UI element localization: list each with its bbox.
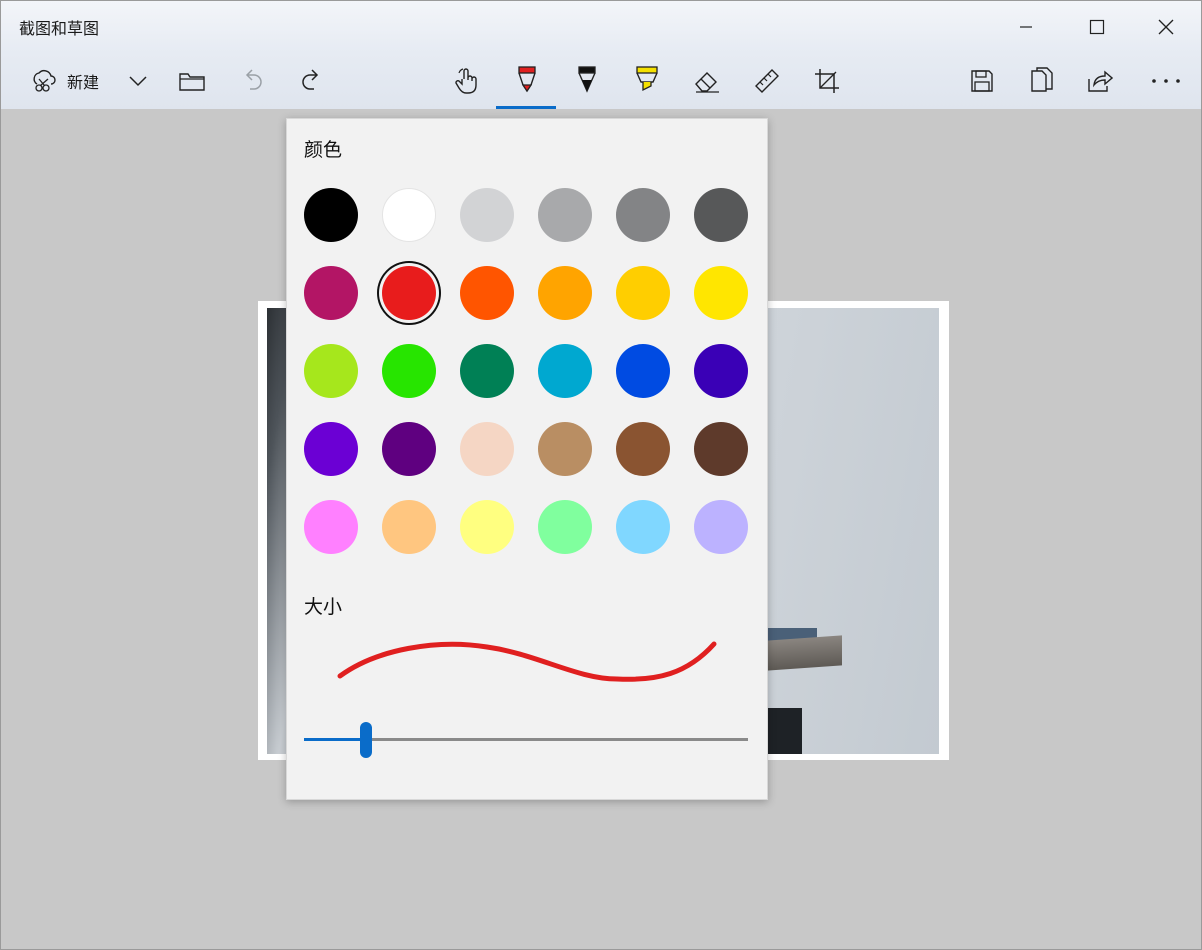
crop-icon [815,69,839,93]
copy-icon [1031,67,1053,92]
ruler-icon [755,69,779,93]
color-swatch[interactable] [460,500,514,554]
close-button[interactable] [1131,1,1201,53]
highlighter-button[interactable] [626,53,668,109]
minimize-button[interactable] [991,1,1061,53]
color-swatch[interactable] [538,422,592,476]
color-swatch[interactable] [460,188,514,242]
pencil-button[interactable] [566,53,608,109]
more-icon [1152,79,1180,83]
color-label: 颜色 [304,139,343,161]
color-swatch[interactable] [382,188,436,242]
new-label: 新建 [66,73,99,92]
color-swatch[interactable] [538,344,592,398]
color-swatch[interactable] [694,344,748,398]
ruler-button[interactable] [746,53,788,109]
new-options-dropdown[interactable] [119,53,157,109]
copy-button[interactable] [1021,53,1063,109]
stroke-preview [337,641,717,682]
color-swatch[interactable] [538,500,592,554]
color-swatch[interactable] [538,266,592,320]
color-swatch[interactable] [694,500,748,554]
open-file-button[interactable] [171,53,213,109]
maximize-icon [1089,19,1105,35]
highlighter-icon [636,66,658,92]
color-swatch[interactable] [616,266,670,320]
title-bar: 截图和草图 [1,1,1201,53]
touch-writing-icon [455,68,477,94]
eraser-button[interactable] [686,53,728,109]
color-swatch[interactable] [616,422,670,476]
color-swatch[interactable] [304,344,358,398]
color-swatch[interactable] [304,500,358,554]
window-title: 截图和草图 [19,19,100,38]
touch-writing-button[interactable] [446,53,488,109]
size-slider-track[interactable] [366,738,748,741]
color-swatch[interactable] [694,188,748,242]
close-icon [1158,19,1174,35]
share-icon [1088,70,1113,92]
color-swatch[interactable] [382,266,436,320]
save-icon [971,70,993,92]
color-swatch[interactable] [538,188,592,242]
color-swatch[interactable] [616,500,670,554]
ballpoint-pen-button[interactable] [506,53,548,109]
color-swatch[interactable] [460,266,514,320]
color-swatch[interactable] [382,344,436,398]
redo-button[interactable] [291,53,333,109]
color-swatch[interactable] [694,422,748,476]
size-slider-thumb[interactable] [360,722,373,758]
chevron-down-icon [129,76,147,87]
crop-button[interactable] [806,53,848,109]
color-swatch[interactable] [694,266,748,320]
toolbar: 新建 [1,53,1201,109]
photo-detail [767,708,802,754]
size-slider-fill [304,738,367,741]
folder-icon [179,73,205,91]
undo-icon [245,69,262,90]
color-swatch[interactable] [304,188,358,242]
color-swatch[interactable] [460,344,514,398]
minimize-icon [1020,26,1032,28]
save-button[interactable] [961,53,1003,109]
photo-detail [767,635,842,671]
maximize-button[interactable] [1062,1,1132,53]
undo-button[interactable] [231,53,273,109]
eraser-icon [695,72,719,93]
color-swatch[interactable] [382,500,436,554]
redo-icon [302,69,319,90]
new-snip-icon [33,70,56,92]
color-swatch[interactable] [382,422,436,476]
pen-settings-panel: 颜色 大小 [286,118,768,800]
color-swatch[interactable] [616,344,670,398]
ballpoint-pen-icon [518,66,536,93]
app-window: 截图和草图 新建 颜色 大小 [0,0,1202,950]
share-button[interactable] [1079,53,1121,109]
more-options-button[interactable] [1141,53,1191,109]
color-swatch[interactable] [460,422,514,476]
size-label: 大小 [304,596,343,618]
color-swatch[interactable] [304,422,358,476]
new-snip-button[interactable]: 新建 [15,53,115,109]
pencil-icon [578,66,596,93]
color-swatch[interactable] [616,188,670,242]
color-swatch[interactable] [304,266,358,320]
